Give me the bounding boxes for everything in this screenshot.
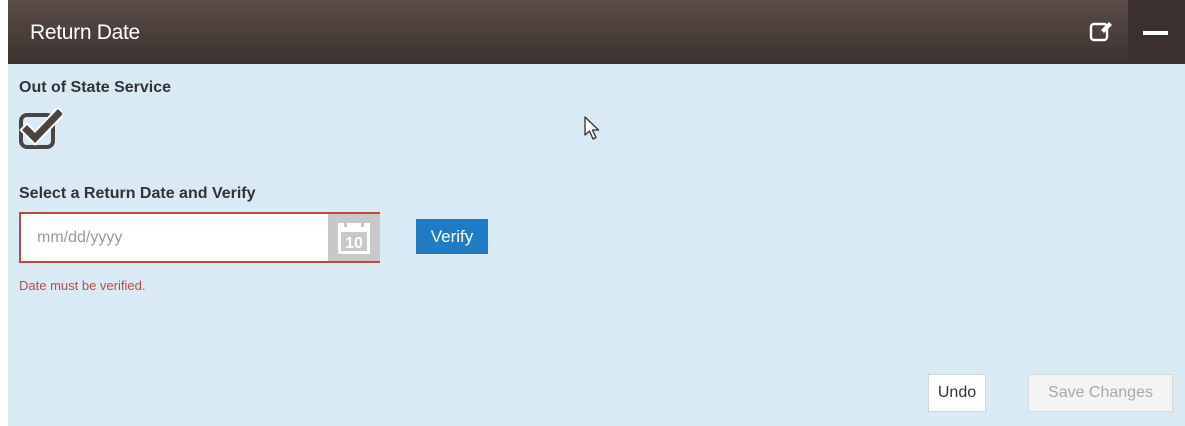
save-changes-button[interactable]: Save Changes [1028, 374, 1173, 412]
panel-header: Return Date [8, 0, 1185, 64]
out-of-state-checkbox[interactable] [18, 106, 66, 150]
return-date-label: Select a Return Date and Verify [19, 185, 256, 202]
date-field: 10 [19, 212, 380, 263]
calendar-icon: 10 [338, 219, 370, 254]
date-error-message: Date must be verified. [19, 278, 146, 293]
calendar-day: 10 [345, 235, 363, 252]
mouse-cursor-icon [584, 116, 602, 142]
verify-button[interactable]: Verify [416, 219, 488, 254]
edit-icon[interactable] [1088, 19, 1114, 45]
undo-button[interactable]: Undo [928, 374, 986, 412]
return-date-input[interactable] [21, 214, 326, 261]
checkbox-checked-icon [19, 106, 66, 149]
minus-icon [1143, 31, 1168, 35]
return-date-panel: Return Date Out of State Service Select … [8, 0, 1185, 426]
calendar-button[interactable]: 10 [328, 214, 380, 261]
out-of-state-label: Out of State Service [19, 79, 172, 96]
panel-title: Return Date [30, 21, 140, 44]
collapse-button[interactable] [1128, 0, 1185, 64]
